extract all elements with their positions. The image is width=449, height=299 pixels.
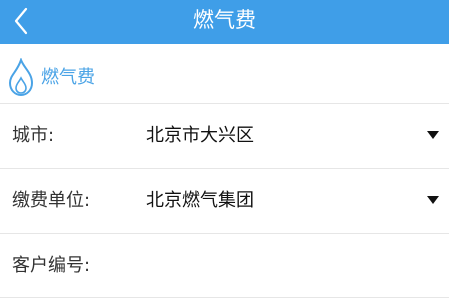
city-label: 城市: [12, 125, 55, 146]
payee-label: 缴费单位: [12, 190, 91, 211]
city-select[interactable]: 北京市大兴区 [120, 104, 449, 168]
payee-select[interactable]: 北京燃气集团 [120, 169, 449, 233]
flame-icon [8, 58, 34, 97]
account-row: 客户编号: [0, 234, 449, 298]
payee-row: 缴费单位: 北京燃气集团 [0, 169, 449, 233]
divider [0, 297, 449, 298]
account-label: 客户编号: [12, 255, 91, 276]
caret-down-icon [427, 196, 439, 204]
section-title: 燃气费 [41, 67, 95, 88]
top-app-bar: 燃气费 [0, 0, 449, 44]
city-value: 北京市大兴区 [146, 125, 254, 146]
page-title: 燃气费 [193, 8, 256, 32]
caret-down-icon [427, 131, 439, 139]
city-row: 城市: 北京市大兴区 [0, 104, 449, 168]
account-number-input[interactable] [106, 244, 440, 290]
payee-value: 北京燃气集团 [146, 190, 254, 211]
